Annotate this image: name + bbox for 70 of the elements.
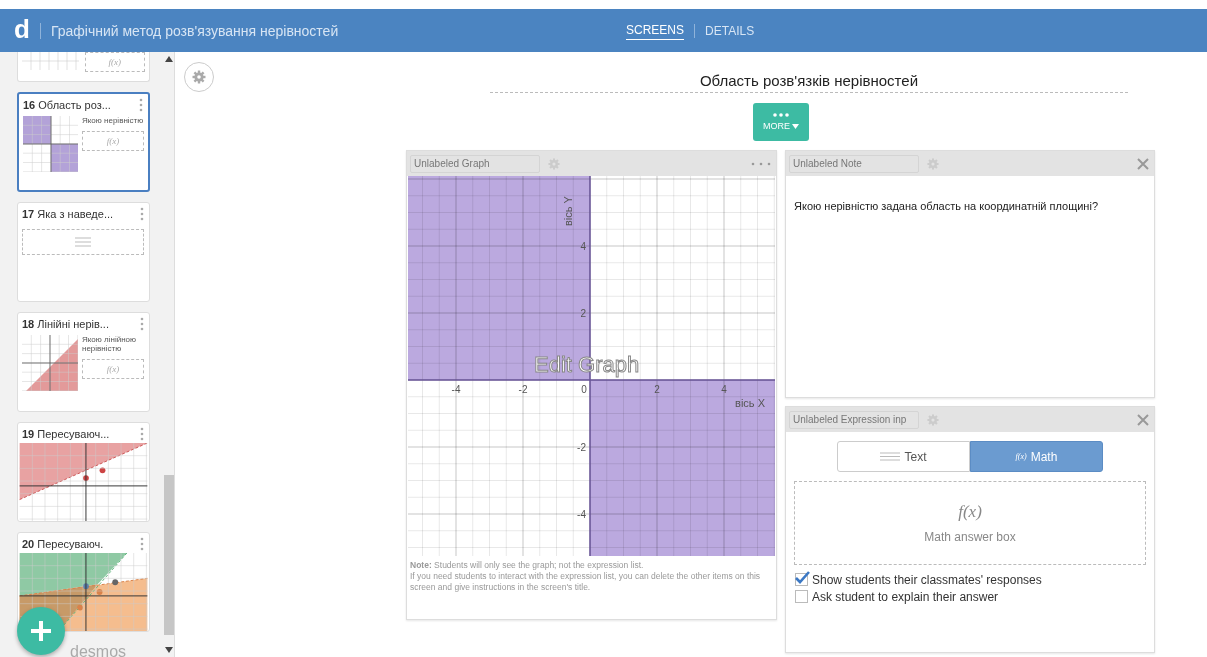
axis-tick-label: 2	[580, 308, 586, 319]
grid-thumbnail	[22, 52, 79, 70]
settings-icon[interactable]	[927, 413, 939, 426]
kebab-menu-icon[interactable]	[140, 317, 144, 331]
checkmark-icon	[795, 571, 810, 584]
answer-box-thumbnail: f(x)	[82, 131, 144, 152]
slide-title: 18 Лінійні нерів...	[22, 318, 109, 330]
caret-icon	[792, 123, 799, 129]
settings-icon	[192, 70, 206, 84]
graph-note-text: Note: Students will only see the graph; not the expression list.	[410, 560, 645, 572]
axis-tick-label: 4	[580, 241, 586, 252]
scrollbar-thumb[interactable]	[163, 475, 174, 635]
axis-tick-label: 2	[654, 384, 660, 395]
slide-title: 17 Яка з наведе...	[22, 208, 114, 220]
dots-icon	[773, 113, 789, 117]
component-label-field[interactable]: Unlabeled Note	[789, 154, 919, 173]
scroll-up-icon[interactable]	[164, 56, 173, 62]
axis-tick-label: -4	[451, 384, 461, 395]
y-axis-label: вісь Y	[562, 196, 574, 226]
add-screen-button[interactable]	[17, 607, 65, 655]
list-icon	[75, 237, 91, 247]
graph-note-text: If you need students to interact with the expression list, you can delete the other items on this screen and give instructions in the screen's title.	[410, 571, 762, 594]
option-checkbox[interactable]: Ask student to explain their answer	[795, 588, 1154, 605]
axis-tick-label: 4	[721, 384, 727, 395]
slide-card[interactable]: 17 Яка з наведе...	[17, 202, 150, 302]
x-axis-label: вісь X	[735, 397, 765, 409]
slide-card[interactable]: 16 Область роз... Якою нерівністю f(x)	[17, 92, 150, 192]
text-lines-icon	[880, 452, 901, 461]
component-label-field[interactable]: Unlabeled Graph	[410, 154, 540, 173]
slide-title: 16 Область роз...	[23, 99, 111, 111]
slide-card[interactable]: 20 Пересуваюч.	[17, 532, 150, 632]
scroll-down-icon[interactable]	[164, 647, 173, 653]
checkbox[interactable]	[795, 573, 808, 586]
component-label-field[interactable]: Unlabeled Expression inp	[789, 410, 919, 429]
settings-icon[interactable]	[548, 157, 560, 170]
settings-button[interactable]	[184, 62, 214, 92]
header-tab[interactable]: SCREENS	[626, 21, 684, 40]
kebab-menu-icon[interactable]	[139, 98, 143, 112]
answer-box-caption: Math answer box	[924, 530, 1016, 544]
axis-tick-label: -2	[577, 442, 586, 453]
axis-tick-label: -4	[577, 509, 586, 520]
axis-tick-label: -2	[518, 384, 528, 395]
kebab-menu-icon[interactable]	[140, 427, 144, 441]
function-symbol: f(x)	[958, 502, 982, 522]
kebab-menu-icon[interactable]	[140, 207, 144, 221]
close-icon[interactable]	[1137, 413, 1149, 426]
slide-card[interactable]: 18 Лінійні нерів... Якою лінійною нерівністю f(x)	[17, 312, 150, 412]
answer-box-thumbnail: f(x)	[82, 359, 144, 380]
kebab-menu-icon[interactable]	[140, 537, 144, 551]
slide-prompt: Якою нерівністю	[82, 116, 144, 126]
mode-toggle[interactable]: Text	[837, 441, 970, 472]
answer-box-thumbnail: f(x)	[84, 52, 145, 72]
option-checkbox[interactable]: Show students their classmates' responses	[795, 571, 1154, 588]
brand-logo: desmos	[70, 643, 127, 657]
slide-title: 20 Пересуваюч.	[22, 538, 104, 550]
screen-title-field[interactable]: Область розв'язків нерівностей	[490, 72, 1128, 93]
graph-thumbnail	[23, 116, 78, 172]
graph-thumbnail	[22, 335, 78, 391]
slide-prompt: Якою лінійною нерівністю	[82, 335, 137, 354]
checkbox[interactable]	[795, 590, 808, 603]
app-logo[interactable]: d	[14, 15, 30, 42]
plus-icon	[31, 621, 51, 641]
more-icon[interactable]	[751, 161, 771, 166]
settings-icon[interactable]	[927, 157, 939, 170]
slide-card[interactable]: 19 Пересуваюч...	[17, 422, 150, 522]
close-icon[interactable]	[1137, 157, 1149, 170]
axis-tick-label: 0	[581, 384, 587, 395]
slide-title: 19 Пересуваюч...	[22, 428, 110, 440]
activity-title: Графічний метод розв'язування нерівностей	[50, 22, 339, 39]
note-text[interactable]: Якою нерівністю задана область на координатній площині?	[794, 200, 1154, 212]
